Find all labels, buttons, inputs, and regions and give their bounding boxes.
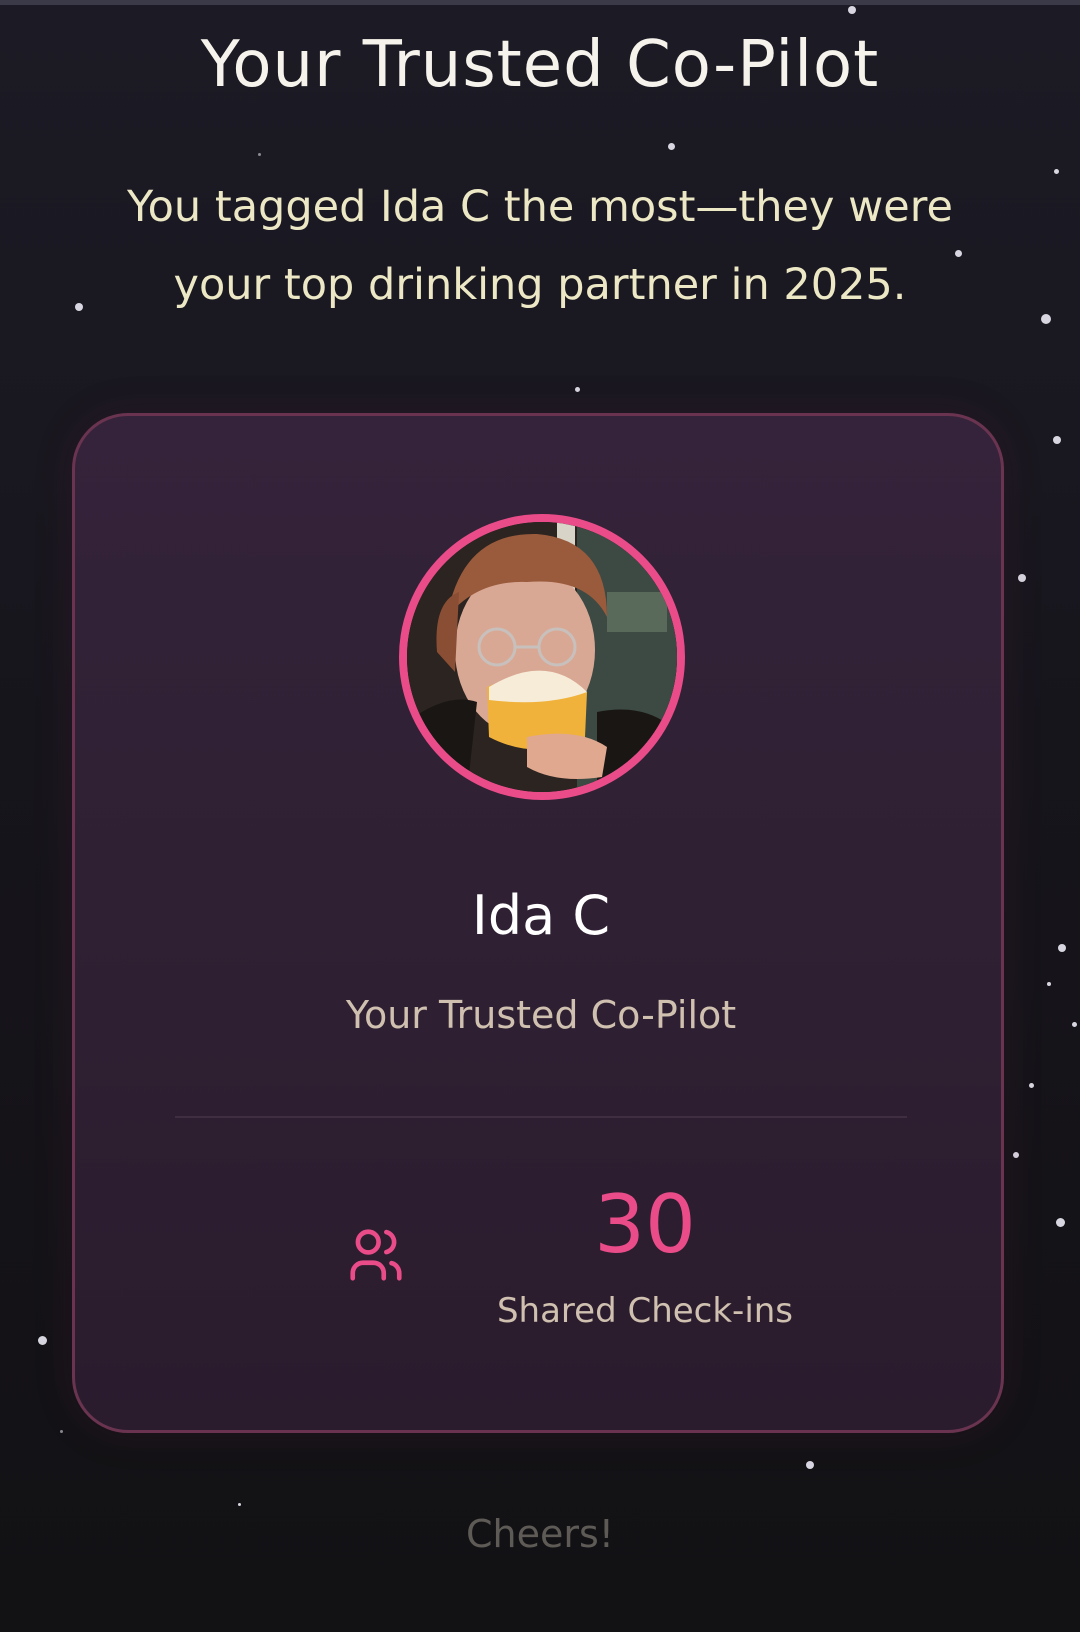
star xyxy=(848,6,856,14)
page-title: Your Trusted Co-Pilot xyxy=(200,28,880,102)
users-icon xyxy=(350,1229,402,1281)
star xyxy=(1072,1022,1077,1027)
star xyxy=(1047,982,1051,986)
star xyxy=(1029,1083,1034,1088)
avatar xyxy=(399,514,685,800)
star xyxy=(238,1503,241,1506)
partner-name: Ida C xyxy=(471,884,611,947)
partner-role: Your Trusted Co-Pilot xyxy=(345,993,737,1037)
divider xyxy=(175,1116,907,1118)
star xyxy=(575,387,580,392)
star xyxy=(75,303,83,311)
shared-checkins-count: 30 xyxy=(594,1178,696,1271)
star xyxy=(1041,314,1051,324)
star xyxy=(1013,1152,1019,1158)
avatar-photo xyxy=(407,522,677,792)
co-pilot-card: Ida C Your Trusted Co-Pilot 30 Shared Ch… xyxy=(72,413,1004,1433)
footer-cheers: Cheers! xyxy=(465,1512,615,1556)
shared-checkins-label: Shared Check-ins xyxy=(496,1291,794,1331)
star xyxy=(38,1336,47,1345)
star xyxy=(60,1430,63,1433)
star xyxy=(1056,1218,1065,1227)
star xyxy=(806,1461,814,1469)
star xyxy=(258,153,261,156)
star xyxy=(1018,574,1026,582)
star xyxy=(1054,169,1059,174)
star xyxy=(1058,944,1066,952)
star xyxy=(668,143,675,150)
star xyxy=(1053,436,1061,444)
page-subtitle: You tagged Ida C the most—they were your… xyxy=(127,182,953,310)
